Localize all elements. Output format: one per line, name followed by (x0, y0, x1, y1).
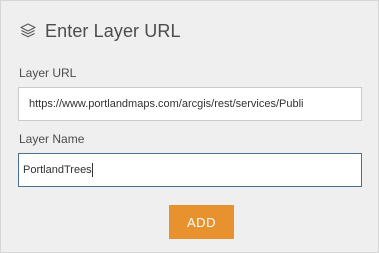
layer-url-input[interactable]: https://www.portlandmaps.com/arcgis/rest… (18, 87, 362, 121)
layer-url-value: https://www.portlandmaps.com/arcgis/rest… (29, 98, 304, 110)
panel-title: Enter Layer URL (45, 20, 181, 41)
enter-layer-url-panel: Enter Layer URL Layer URL https://www.po… (0, 0, 379, 253)
layer-name-value: PortlandTrees (23, 164, 92, 176)
layers-icon (19, 22, 37, 40)
add-button[interactable]: ADD (169, 205, 234, 239)
panel-header: Enter Layer URL (19, 19, 181, 43)
text-caret (91, 163, 93, 177)
layer-name-input[interactable]: PortlandTrees (18, 153, 362, 187)
layer-name-label: Layer Name (19, 132, 85, 146)
layer-url-label: Layer URL (19, 66, 77, 80)
